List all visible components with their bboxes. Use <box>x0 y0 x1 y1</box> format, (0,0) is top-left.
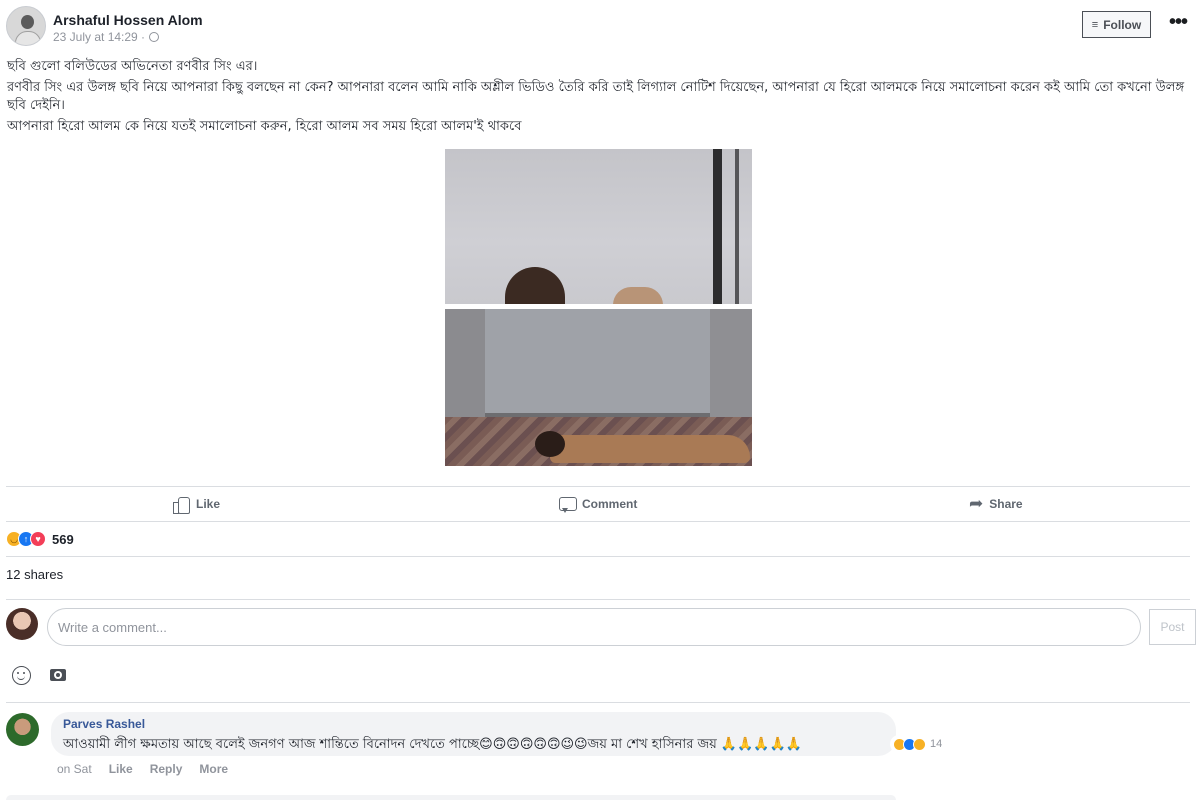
comment-input[interactable] <box>47 608 1141 646</box>
post-meta: 23 July at 14:29 · <box>53 30 160 44</box>
composer-tools <box>12 664 66 686</box>
rss-icon: ≡ <box>1091 18 1099 31</box>
backdrop <box>485 309 710 413</box>
more-options-button[interactable]: ••• <box>1166 10 1190 34</box>
comment-actions: on Sat Like Reply More <box>57 762 228 776</box>
emoji-icon[interactable] <box>12 665 31 685</box>
post-text-line: আপনারা হিরো আলম কে নিয়ে যতই সমালোচনা কর… <box>7 119 522 134</box>
photo-subject <box>550 435 750 463</box>
studio-wall <box>445 309 485 419</box>
comment-time[interactable]: on Sat <box>57 762 92 776</box>
commenter-avatar[interactable] <box>6 713 39 746</box>
post-photo-1[interactable] <box>445 149 752 304</box>
comment-label: Comment <box>582 497 638 511</box>
post-header: Arshaful Hossen Alom 23 July at 14:29 · … <box>6 6 1194 50</box>
divider <box>6 556 1190 557</box>
camera-icon[interactable] <box>50 669 66 681</box>
author-avatar[interactable] <box>6 6 46 46</box>
photo-subject <box>535 431 565 457</box>
speech-bubble-icon <box>558 495 577 513</box>
post-body: ছবি গুলো বলিউডের অভিনেতা রণবীর সিং এর। র… <box>7 58 1192 139</box>
photo-subject <box>613 287 663 304</box>
studio-wall <box>710 309 752 419</box>
comment-reaction-count: 14 <box>930 738 943 750</box>
comment-button[interactable]: Comment <box>558 492 637 516</box>
wow-icon <box>913 737 926 751</box>
follow-button[interactable]: ≡ Follow <box>1082 11 1151 38</box>
share-button[interactable]: ➦ Share <box>969 492 1023 516</box>
post-actions: Like Comment ➦ Share <box>6 488 1190 520</box>
post-text-line: রণবীর সিং এর উলঙ্গ ছবি নিয়ে আপনারা কিছু… <box>7 80 1185 113</box>
like-label: Like <box>196 497 221 511</box>
share-arrow-icon: ➦ <box>969 494 984 513</box>
post-comment-button[interactable]: Post <box>1149 609 1196 645</box>
like-button[interactable]: Like <box>172 492 220 516</box>
comment-text: আওয়ামী লীগ ক্ষমতায় আছে বলেই জনগণ আজ শা… <box>63 737 802 752</box>
globe-icon <box>149 32 160 42</box>
post-photo-2[interactable] <box>445 309 752 466</box>
thumbs-up-icon <box>172 495 190 514</box>
comment-bubble: Parves Rashel আওয়ামী লীগ ক্ষমতায় আছে ব… <box>51 712 896 756</box>
comment-like-link[interactable]: Like <box>109 762 133 776</box>
love-icon: ♥ <box>30 531 46 547</box>
light-stand <box>713 149 722 304</box>
light-stand <box>735 149 739 304</box>
comment-reply-link[interactable]: Reply <box>150 762 183 776</box>
shares-count[interactable]: 12 shares <box>6 567 63 582</box>
comment-item: Parves Rashel আওয়ামী লীগ ক্ষমতায় আছে ব… <box>6 712 1190 782</box>
reaction-count: 569 <box>52 531 74 547</box>
divider <box>6 702 1190 703</box>
divider <box>6 486 1190 487</box>
commenter-name[interactable]: Parves Rashel <box>63 717 884 731</box>
author-name[interactable]: Arshaful Hossen Alom <box>53 12 203 28</box>
follow-label: Follow <box>1103 17 1142 32</box>
post-text-line: ছবি গুলো বলিউডের অভিনেতা রণবীর সিং এর। <box>7 59 258 74</box>
comment-reactions[interactable]: 14 <box>890 735 946 753</box>
reaction-summary[interactable]: ◡ ↑ ♥ 569 <box>6 530 74 548</box>
viewer-avatar <box>6 608 38 640</box>
share-label: Share <box>989 497 1023 511</box>
next-comment-bubble <box>6 795 896 800</box>
comment-composer: Post <box>6 606 1196 648</box>
divider <box>6 521 1190 522</box>
comment-more-link[interactable]: More <box>199 762 228 776</box>
divider <box>6 599 1190 600</box>
photo-subject <box>505 267 565 304</box>
post-timestamp[interactable]: 23 July at 14:29 · <box>53 30 145 44</box>
